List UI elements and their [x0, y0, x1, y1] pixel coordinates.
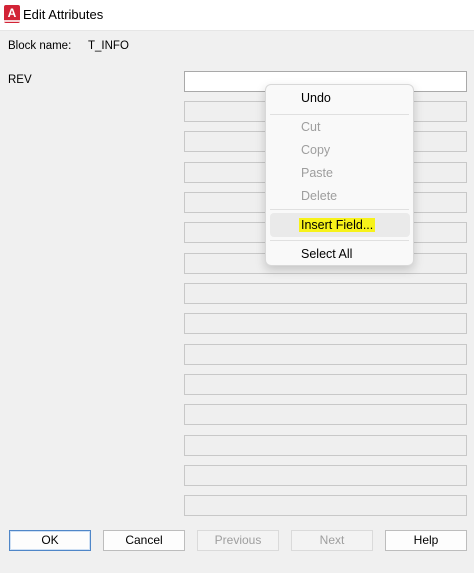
next-button: Next: [291, 530, 373, 551]
menu-item-undo[interactable]: Undo: [301, 91, 331, 105]
attribute-field-empty: [184, 465, 467, 486]
block-name-value: T_INFO: [88, 40, 129, 52]
block-name-label: Block name:: [8, 40, 72, 52]
menu-item-select-all[interactable]: Select All: [301, 247, 352, 261]
menu-item-insert-field-label: Insert Field...: [299, 218, 376, 232]
attribute-field-empty: [184, 374, 467, 395]
attribute-field-empty: [184, 435, 467, 456]
ok-button[interactable]: OK: [9, 530, 91, 551]
autocad-app-icon[interactable]: A: [4, 5, 20, 23]
cancel-button[interactable]: Cancel: [103, 530, 185, 551]
menu-item-cut: Cut: [301, 120, 321, 134]
attribute-field-empty: [184, 283, 467, 304]
attribute-field-empty: [184, 313, 467, 334]
attribute-field-empty: [184, 404, 467, 425]
menu-item-delete: Delete: [301, 189, 338, 203]
menu-separator: [270, 114, 409, 115]
attribute-label-rev: REV: [8, 74, 32, 86]
menu-separator: [270, 209, 409, 210]
context-menu: Undo Cut Copy Paste Delete Insert Field.…: [265, 84, 414, 266]
menu-item-paste: Paste: [301, 166, 333, 180]
attribute-field-empty: [184, 344, 467, 365]
attribute-field-empty: [184, 495, 467, 516]
menu-separator: [270, 240, 409, 241]
menu-item-insert-field[interactable]: Insert Field...: [299, 218, 376, 232]
window-title: Edit Attributes: [23, 7, 104, 22]
menu-item-copy: Copy: [301, 143, 331, 157]
previous-button: Previous: [197, 530, 279, 551]
title-bar: A Edit Attributes: [0, 0, 474, 31]
help-button[interactable]: Help: [385, 530, 467, 551]
